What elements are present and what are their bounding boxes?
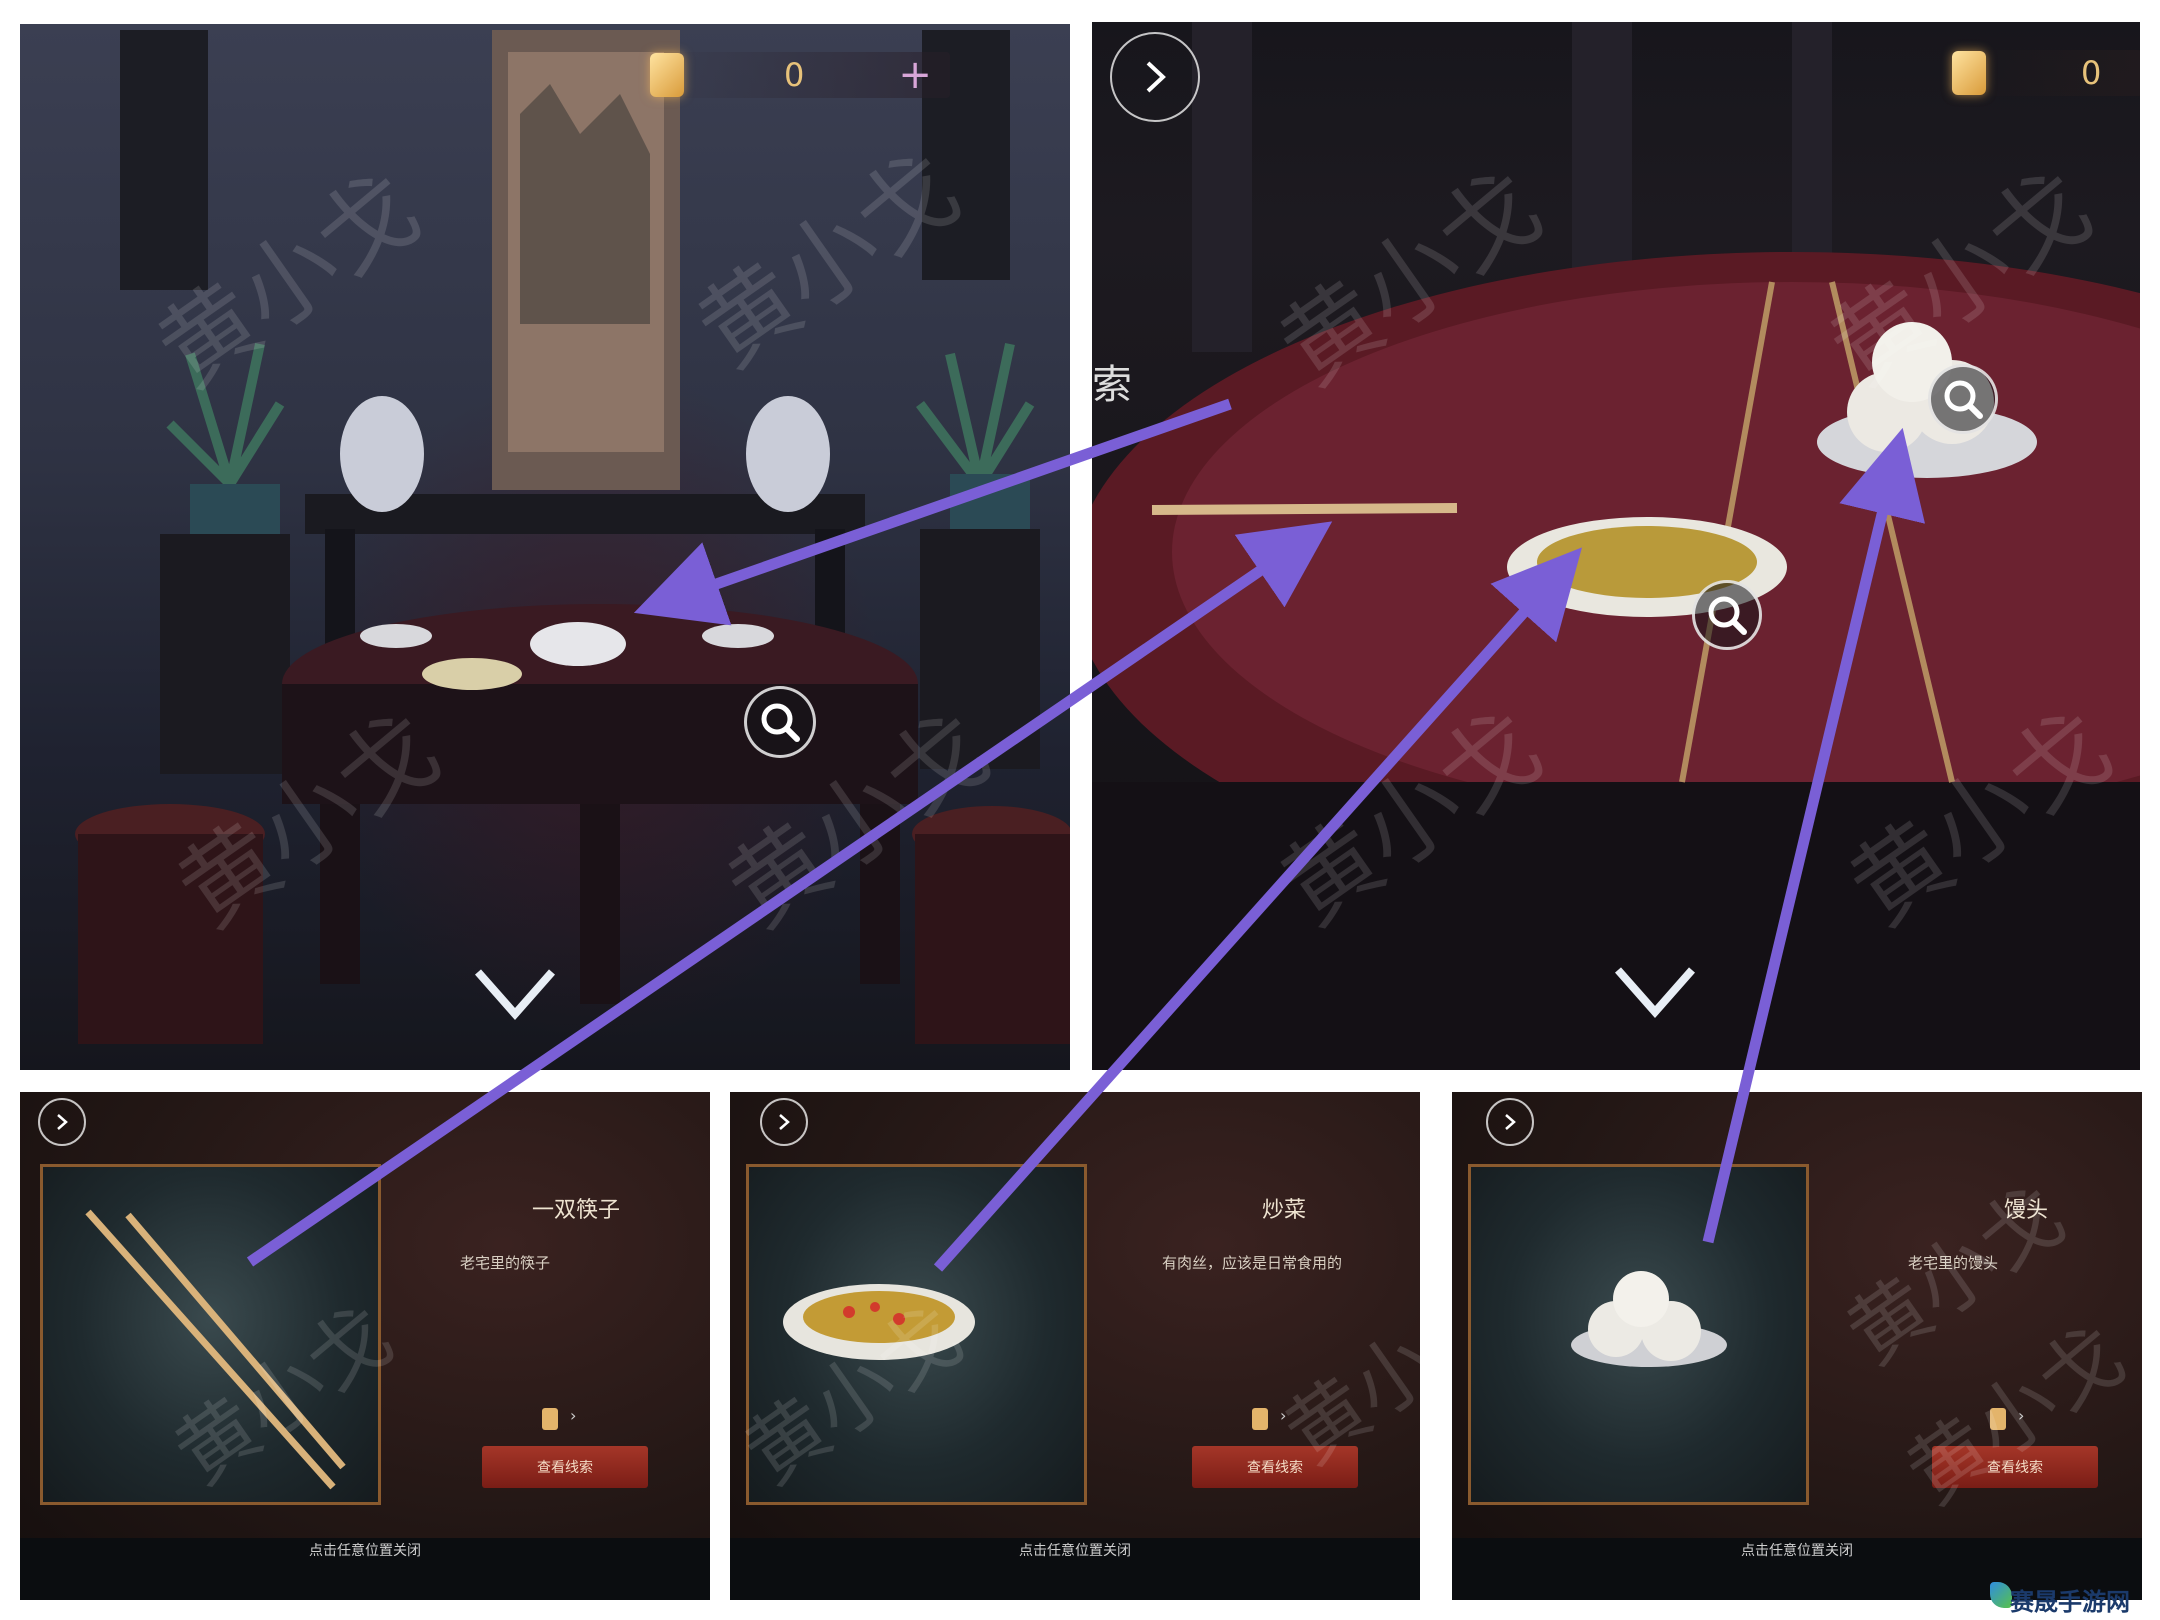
currency-icon (1952, 51, 1986, 95)
magnifier-icon (1944, 380, 1983, 419)
clue-coin-icon (1252, 1408, 1268, 1430)
close-hint[interactable]: 点击任意位置关闭 (730, 1540, 1420, 1560)
chevron-right-icon (57, 1114, 68, 1130)
chevron-down-icon[interactable] (470, 964, 560, 1024)
item-card-buns: 馒头 老宅里的馒头 › 查看线索 点击任意位置关闭 黄小戈 黄小戈 (1452, 1092, 2142, 1600)
brand-name: 赛晟手游网 (2010, 1588, 2130, 1616)
item-card-chopsticks: 一双筷子 老宅里的筷子 › 查看线索 点击任意位置关闭 黄小戈 (20, 1092, 710, 1600)
item-title: 炒菜 (1262, 1198, 1307, 1223)
next-button[interactable] (38, 1098, 86, 1146)
item-card-stirfry: 炒菜 有肉丝，应该是日常食用的 › 查看线索 点击任意位置关闭 黄小戈 黄小戈 (730, 1092, 1420, 1600)
chevron-down-icon[interactable] (1610, 962, 1700, 1022)
currency-value: 0 (784, 56, 805, 94)
close-hint[interactable]: 点击任意位置关闭 (1452, 1540, 2142, 1560)
side-text: 索 (1092, 362, 1132, 408)
scene-table-closeup: 索 0 黄小戈 黄小戈 黄小戈 黄小戈 (1092, 22, 2140, 1070)
close-hint[interactable]: 点击任意位置关闭 (20, 1540, 710, 1560)
chevron-right-icon (1146, 61, 1166, 93)
inspect-dish-button[interactable] (1692, 580, 1762, 650)
currency-bar: 0 (1952, 50, 2140, 96)
next-button[interactable] (1486, 1098, 1534, 1146)
chevron-right-icon: › (570, 1406, 577, 1425)
magnifier-icon (761, 703, 800, 742)
chevron-right-icon (779, 1114, 790, 1130)
item-title: 一双筷子 (532, 1198, 621, 1223)
inspect-buns-button[interactable] (1928, 364, 1998, 434)
item-image-frame (1468, 1164, 1809, 1505)
currency-value: 0 (2081, 54, 2102, 92)
currency-icon (650, 53, 684, 97)
item-description: 老宅里的筷子 (460, 1254, 551, 1272)
inspect-table-button[interactable] (744, 686, 816, 758)
currency-bar: 0 + (650, 52, 950, 98)
magnifier-icon (1708, 596, 1747, 635)
clue-coin-icon (542, 1408, 558, 1430)
next-scene-button[interactable] (1110, 32, 1200, 122)
view-clue-button[interactable]: 查看线索 (482, 1446, 648, 1488)
chevron-right-icon (1505, 1114, 1516, 1130)
next-button[interactable] (760, 1098, 808, 1146)
item-description: 有肉丝，应该是日常食用的 (1162, 1254, 1343, 1272)
add-currency-button[interactable]: + (898, 52, 932, 98)
buns-image (1571, 1271, 1727, 1367)
scene-dining-room: 0 + 黄小戈 黄小戈 黄小戈 黄小戈 (20, 24, 1070, 1070)
